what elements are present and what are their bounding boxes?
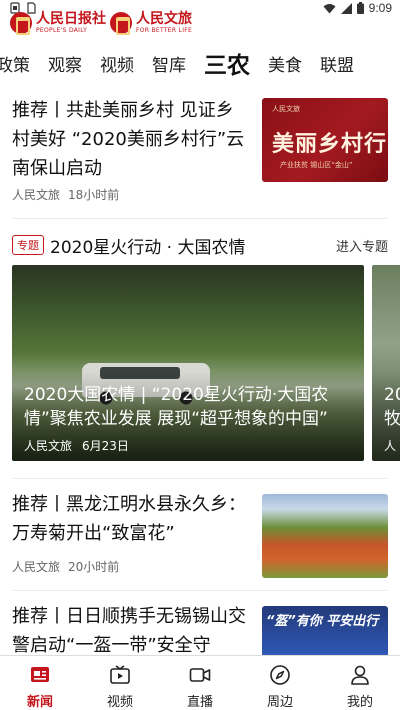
nav-nearby[interactable]: 周边 bbox=[240, 656, 320, 710]
topic-badge: 专题 bbox=[12, 235, 44, 255]
nav-video[interactable]: 视频 bbox=[80, 656, 160, 710]
news-item[interactable]: 推荐丨共赴美丽乡村 见证乡村美好 “2020美丽乡村行”云南保山启动 人民文旅 … bbox=[12, 96, 388, 206]
topic-card-next-title: 20 牧 bbox=[384, 385, 400, 429]
divider bbox=[12, 218, 388, 219]
thumbnail-banner: “盔”有你 平安出行 bbox=[266, 614, 379, 629]
tab-think-tank[interactable]: 智库 bbox=[152, 51, 186, 76]
bottom-nav: 新闻 视频 直播 周边 我的 bbox=[0, 655, 400, 710]
tab-observation[interactable]: 观察 bbox=[48, 51, 82, 76]
nav-live-label: 直播 bbox=[186, 695, 213, 710]
news-meta: 人民文旅 18小时前 bbox=[12, 186, 119, 203]
topic-card-date: 6月23日 bbox=[82, 439, 129, 453]
live-icon bbox=[189, 668, 211, 682]
topic-card-next[interactable]: 20 牧 人 bbox=[372, 265, 400, 461]
peoples-daily-logo[interactable]: 人民日报社 PEOPLE'S DAILY bbox=[10, 11, 106, 35]
compass-icon bbox=[270, 665, 290, 685]
news-title: 推荐丨共赴美丽乡村 见证乡村美好 “2020美丽乡村行”云南保山启动 bbox=[12, 100, 245, 179]
topic-title[interactable]: 2020星火行动 · 大国农情 bbox=[50, 233, 245, 258]
news-source: 人民文旅 bbox=[12, 188, 61, 202]
channel-tabs: 政策 观察 视频 智库 三农 美食 联盟 bbox=[0, 46, 400, 80]
enter-topic-link[interactable]: 进入专题 bbox=[336, 236, 388, 255]
thumbnail-caption-top: 人民文旅 bbox=[272, 105, 300, 113]
nav-profile[interactable]: 我的 bbox=[320, 656, 400, 710]
topic-card-meta: 人民文旅 6月23日 bbox=[24, 437, 129, 454]
video-icon bbox=[110, 665, 130, 684]
divider bbox=[12, 478, 388, 479]
profile-icon bbox=[351, 665, 369, 685]
news-icon bbox=[31, 667, 49, 682]
logo-right-cn: 人民文旅 bbox=[136, 11, 192, 27]
topic-card-next-source: 人 bbox=[384, 439, 397, 453]
topic-card-source: 人民文旅 bbox=[24, 439, 73, 453]
news-title: 推荐丨黑龙江明水县永久乡：万寿菊开出“致富花” bbox=[12, 494, 246, 544]
logo-right-en: FOR BETTER LIFE bbox=[136, 27, 193, 34]
renmin-wenlv-logo[interactable]: 人民文旅 FOR BETTER LIFE bbox=[110, 11, 193, 35]
news-title: 推荐丨日日顺携手无锡锡山交警启动“一盔一带”安全守 bbox=[12, 606, 246, 656]
news-time: 18小时前 bbox=[68, 188, 120, 202]
renmin-wenlv-emblem-icon bbox=[110, 12, 132, 35]
news-thumbnail: 人民文旅 美丽乡村行 产业扶贫 锡山区“金山” bbox=[262, 98, 388, 182]
news-meta: 人民文旅 20小时前 bbox=[12, 558, 119, 575]
divider bbox=[12, 590, 388, 591]
nav-live[interactable]: 直播 bbox=[160, 656, 240, 710]
peoples-daily-emblem-icon bbox=[10, 12, 32, 35]
nav-news[interactable]: 新闻 bbox=[0, 656, 80, 710]
nav-news-label: 新闻 bbox=[26, 695, 53, 710]
topic-card[interactable]: 2020大国农情 | “2020星火行动·大国农情”聚焦农业发展 展现“超乎想象… bbox=[12, 265, 364, 461]
thumbnail-caption: 产业扶贫 锡山区“金山” bbox=[280, 161, 353, 169]
logo-left-en: PEOPLE'S DAILY bbox=[36, 27, 88, 34]
app-screen: 9:09 人民日报社 PEOPLE'S DAILY 人民文旅 FOR BETTE… bbox=[0, 0, 400, 710]
topic-header: 专题 2020星火行动 · 大国农情 进入专题 bbox=[12, 232, 388, 258]
tab-alliance[interactable]: 联盟 bbox=[320, 51, 354, 76]
tab-video[interactable]: 视频 bbox=[100, 51, 134, 76]
news-source: 人民文旅 bbox=[12, 560, 61, 574]
news-item[interactable]: 推荐丨黑龙江明水县永久乡：万寿菊开出“致富花” 人民文旅 20小时前 bbox=[12, 490, 388, 590]
nav-profile-label: 我的 bbox=[346, 695, 373, 710]
app-header: 人民日报社 PEOPLE'S DAILY 人民文旅 FOR BETTER LIF… bbox=[0, 12, 400, 46]
nav-video-label: 视频 bbox=[106, 695, 133, 710]
news-time: 20小时前 bbox=[68, 560, 120, 574]
thumbnail-headline: 美丽乡村行 bbox=[272, 131, 388, 157]
tab-policy[interactable]: 政策 bbox=[0, 51, 30, 76]
news-thumbnail bbox=[262, 494, 388, 578]
news-item[interactable]: 推荐丨日日顺携手无锡锡山交警启动“一盔一带”安全守 “盔”有你 平安出行 bbox=[12, 602, 388, 690]
tab-food[interactable]: 美食 bbox=[268, 51, 302, 76]
tab-sannong[interactable]: 三农 bbox=[204, 46, 250, 80]
topic-card-title: 2020大国农情 | “2020星火行动·大国农情”聚焦农业发展 展现“超乎想象… bbox=[24, 385, 329, 429]
nav-nearby-label: 周边 bbox=[266, 695, 293, 710]
logo-left-cn: 人民日报社 bbox=[36, 11, 106, 27]
